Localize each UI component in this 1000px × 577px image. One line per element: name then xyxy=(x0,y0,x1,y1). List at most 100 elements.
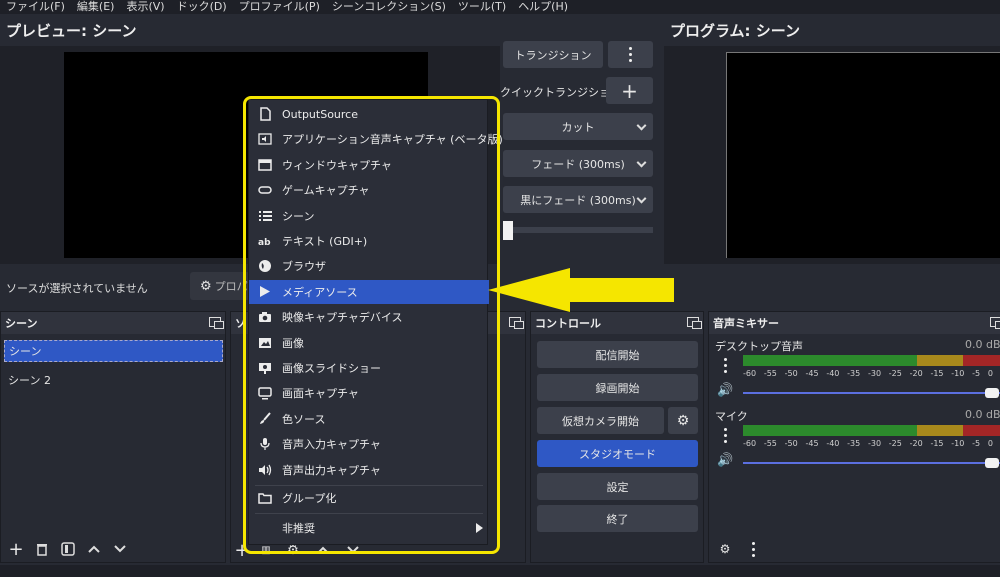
scale-tick: -15 xyxy=(930,439,944,448)
volume-meter xyxy=(743,425,1000,436)
trash-icon[interactable] xyxy=(31,542,53,556)
transition-option-label: フェード (300ms) xyxy=(531,157,625,171)
scene-item-label: シーン xyxy=(9,345,42,358)
scenes-title: シーン xyxy=(5,317,38,330)
transition-menu-button[interactable] xyxy=(608,41,653,68)
transition-select-fade[interactable]: フェード (300ms) xyxy=(503,150,653,177)
mixer-title: 音声ミキサー xyxy=(713,317,779,330)
highlight-annotation xyxy=(243,96,500,554)
chevron-down-icon xyxy=(636,120,647,131)
menubar-item[interactable]: ファイル(F) xyxy=(0,0,71,14)
exit-button[interactable]: 終了 xyxy=(537,505,698,532)
gear-icon: ⚙ xyxy=(200,278,212,294)
meter-scale: -60 -55 -50 -45 -40 -35 -30 -25 -20 -15 -10 -5 0 xyxy=(743,439,1000,448)
scene-item[interactable]: シーン 2 xyxy=(8,372,51,388)
start-virtual-camera-button[interactable]: 仮想カメラ開始 xyxy=(537,407,664,434)
undock-icon[interactable] xyxy=(687,317,702,329)
chevron-down-icon xyxy=(636,157,647,168)
scale-tick: -10 xyxy=(951,369,965,378)
scenes-header: シーン xyxy=(1,312,225,334)
program-title: プログラム: シーン xyxy=(670,22,801,40)
add-scene-icon[interactable]: + xyxy=(5,539,27,560)
menubar-item[interactable]: プロファイル(P) xyxy=(233,0,326,14)
meter-scale: -60 -55 -50 -45 -40 -35 -30 -25 -20 -15 -10 -5 0 xyxy=(743,369,1000,378)
preview-title: プレビュー: シーン xyxy=(6,22,137,40)
transition-button[interactable]: トランジション xyxy=(503,41,603,68)
mixer-header: 音声ミキサー xyxy=(709,312,1000,334)
scale-tick: 0 xyxy=(987,439,993,448)
status-bar xyxy=(0,565,1000,577)
scene-item-selected[interactable]: シーン xyxy=(4,340,223,362)
undock-icon[interactable] xyxy=(209,317,224,329)
arrow-annotation xyxy=(488,268,674,312)
chevron-up-icon[interactable] xyxy=(83,544,105,554)
channel-menu-button[interactable] xyxy=(717,426,733,444)
virtual-camera-settings-button[interactable]: ⚙ xyxy=(668,407,698,434)
scale-tick: -10 xyxy=(951,439,965,448)
speaker-icon[interactable]: 🔊 xyxy=(717,383,733,398)
scale-tick: -45 xyxy=(805,439,819,448)
menubar-item[interactable]: ツール(T) xyxy=(452,0,512,14)
undock-icon[interactable] xyxy=(509,317,524,329)
transition-slider-handle[interactable] xyxy=(503,221,513,240)
settings-button[interactable]: 設定 xyxy=(537,473,698,500)
transition-option-label: カット xyxy=(561,120,595,134)
menubar-item[interactable]: 編集(E) xyxy=(71,0,121,14)
scale-tick: -40 xyxy=(826,369,840,378)
mixer-channel-db: 0.0 dB xyxy=(965,408,1000,421)
mixer-channel-name: デスクトップ音声 xyxy=(715,340,803,353)
volume-slider[interactable] xyxy=(743,392,1000,394)
menubar-item[interactable]: 表示(V) xyxy=(120,0,170,14)
volume-slider-knob[interactable] xyxy=(985,388,999,398)
transition-select-cut[interactable]: カット xyxy=(503,113,653,140)
studio-mode-button[interactable]: スタジオモード xyxy=(537,440,698,467)
menubar-item[interactable]: ドック(D) xyxy=(171,0,233,14)
mixer-menu-button[interactable] xyxy=(743,541,763,557)
scale-tick: -40 xyxy=(826,439,840,448)
plus-icon: + xyxy=(621,78,638,103)
channel-menu-button[interactable] xyxy=(717,356,733,374)
scale-tick: -20 xyxy=(909,369,923,378)
scale-tick: -5 xyxy=(972,439,981,448)
menubar-item[interactable]: シーンコレクション(S) xyxy=(326,0,452,14)
scale-tick: -55 xyxy=(763,439,777,448)
controls-dock: コントロール 配信開始 録画開始 仮想カメラ開始 ⚙ スタジオモード 設定 終了 xyxy=(530,311,704,563)
start-streaming-button[interactable]: 配信開始 xyxy=(537,341,698,368)
add-quick-transition-button[interactable]: + xyxy=(606,77,653,104)
scale-tick: -25 xyxy=(888,439,902,448)
advanced-audio-gear-icon[interactable]: ⚙ xyxy=(715,542,735,556)
chevron-down-icon[interactable] xyxy=(109,544,131,554)
scale-tick: -5 xyxy=(972,369,981,378)
chevron-down-icon xyxy=(636,193,647,204)
filter-icon[interactable] xyxy=(57,542,79,556)
scale-tick: -60 xyxy=(743,439,757,448)
transition-slider[interactable] xyxy=(503,221,653,240)
no-source-label: ソースが選択されていません xyxy=(6,282,148,295)
scale-tick: -35 xyxy=(847,369,861,378)
speaker-icon[interactable]: 🔊 xyxy=(717,453,733,468)
volume-slider[interactable] xyxy=(743,462,1000,464)
transition-option-label: 黒にフェード (300ms) xyxy=(520,193,636,207)
scenes-dock: シーン シーン シーン 2 + xyxy=(0,311,226,563)
scale-tick: -50 xyxy=(784,369,798,378)
scale-tick: -15 xyxy=(930,369,944,378)
undock-icon[interactable] xyxy=(990,317,1000,329)
transition-select-fade-black[interactable]: 黒にフェード (300ms) xyxy=(503,186,653,213)
scale-tick: -30 xyxy=(867,369,882,378)
scenes-toolbar: + xyxy=(1,536,225,562)
menubar: ファイル(F) 編集(E) 表示(V) ドック(D) プロファイル(P) シーンコレクショ… xyxy=(0,0,1000,14)
mixer-channel-db: 0.0 dB xyxy=(965,338,1000,351)
start-recording-button[interactable]: 録画開始 xyxy=(537,374,698,401)
volume-meter xyxy=(743,355,1000,366)
gear-icon: ⚙ xyxy=(676,412,690,429)
quick-transition-label: クイックトランジション xyxy=(500,86,621,99)
properties-button[interactable]: ⚙ プロパ xyxy=(190,272,250,300)
scale-tick: -45 xyxy=(805,369,819,378)
program-canvas xyxy=(726,52,1000,258)
menubar-item[interactable]: ヘルプ(H) xyxy=(512,0,574,14)
volume-slider-knob[interactable] xyxy=(985,458,999,468)
scale-tick: -30 xyxy=(867,439,882,448)
program-area xyxy=(664,46,1000,264)
mixer-toolbar: ⚙ xyxy=(709,536,1000,562)
scale-tick: -20 xyxy=(909,439,923,448)
